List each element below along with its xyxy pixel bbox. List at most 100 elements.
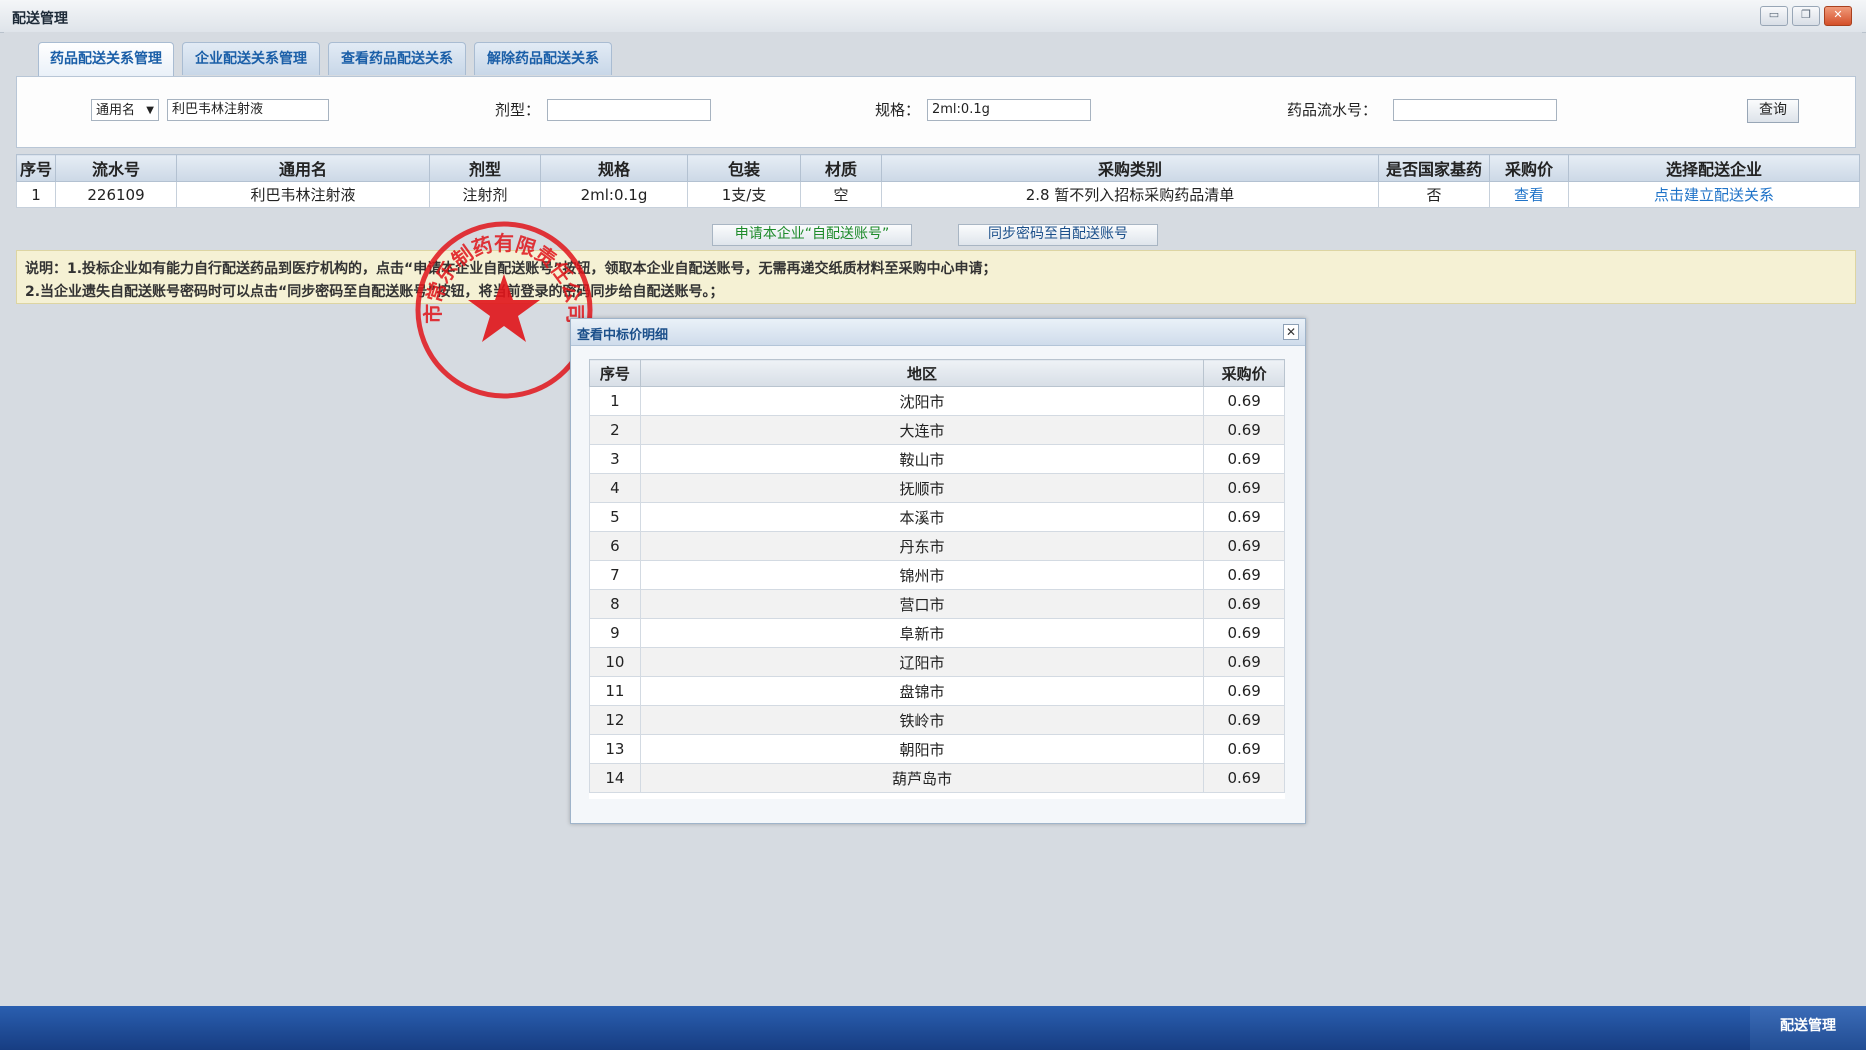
dosage-input[interactable]	[547, 99, 711, 121]
cell-region: 鞍山市	[639, 444, 1205, 474]
cell-enterprise: 点击建立配送关系	[1568, 181, 1860, 208]
cell-index: 1	[16, 181, 56, 208]
table-row: 10 辽阳市 0.69	[589, 647, 1285, 677]
notice-panel: 说明：1.投标企业如有能力自行配送药品到医疗机构的，点击“申请本企业自配送账号”…	[16, 250, 1856, 304]
column-header: 通用名	[176, 154, 430, 182]
dialog-close-icon[interactable]: ✕	[1283, 324, 1299, 340]
query-button[interactable]: 查询	[1747, 99, 1799, 123]
table-row: 7 锦州市 0.69	[589, 560, 1285, 590]
table-row: 6 丹东市 0.69	[589, 531, 1285, 561]
cell-material: 空	[800, 181, 882, 208]
cell-price: 0.69	[1203, 444, 1285, 474]
cell-region: 阜新市	[639, 618, 1205, 648]
cell-region: 辽阳市	[639, 647, 1205, 677]
cell-price: 0.69	[1203, 734, 1285, 764]
table-row: 9 阜新市 0.69	[589, 618, 1285, 648]
cell-category: 2.8 暂不列入招标采购药品清单	[881, 181, 1379, 208]
window-titlebar: 配送管理 ▭ ❐ ✕	[0, 0, 1866, 33]
table-row: 3 鞍山市 0.69	[589, 444, 1285, 474]
tab-enterprise-delivery-management[interactable]: 企业配送关系管理	[182, 42, 320, 75]
cell-price: 0.69	[1203, 473, 1285, 503]
tab-view-drug-delivery[interactable]: 查看药品配送关系	[328, 42, 466, 75]
cell-region: 本溪市	[639, 502, 1205, 532]
cell-region: 沈阳市	[639, 386, 1205, 416]
cell-dosage: 注射剂	[429, 181, 541, 208]
column-header: 序号	[16, 154, 56, 182]
name-type-select[interactable]: 通用名 ▼	[91, 99, 159, 121]
column-header: 选择配送企业	[1568, 154, 1860, 182]
maximize-icon[interactable]: ❐	[1792, 6, 1820, 26]
cell-price: 0.69	[1203, 676, 1285, 706]
minimize-icon[interactable]: ▭	[1760, 6, 1788, 26]
cell-region: 锦州市	[639, 560, 1205, 590]
tab-cancel-drug-delivery[interactable]: 解除药品配送关系	[474, 42, 612, 75]
table-row: 14 葫芦岛市 0.69	[589, 763, 1285, 793]
cell-region: 朝阳市	[639, 734, 1205, 764]
cell-index: 6	[589, 531, 641, 561]
taskbar: 配送管理	[0, 1006, 1866, 1050]
tab-drug-delivery-management[interactable]: 药品配送关系管理	[38, 42, 174, 77]
cell-price: 0.69	[1203, 763, 1285, 793]
column-header: 包装	[687, 154, 801, 182]
dialog-title: 查看中标价明细	[577, 328, 669, 343]
sync-password-button[interactable]: 同步密码至自配送账号	[958, 224, 1158, 246]
cell-serial: 226109	[55, 181, 177, 208]
cell-price: 0.69	[1203, 386, 1285, 416]
cell-price: 0.69	[1203, 647, 1285, 677]
taskbar-item-delivery-management[interactable]: 配送管理	[1750, 1006, 1866, 1050]
cell-region: 大连市	[639, 415, 1205, 445]
cell-region: 铁岭市	[639, 705, 1205, 735]
column-header: 地区	[639, 359, 1205, 387]
table-row: 8 营口市 0.69	[589, 589, 1285, 619]
cell-index: 3	[589, 444, 641, 474]
cell-index: 4	[589, 473, 641, 503]
cell-price: 0.69	[1203, 705, 1285, 735]
table-row: 5 本溪市 0.69	[589, 502, 1285, 532]
spec-label: 规格：	[875, 101, 921, 119]
drug-table: 序号 流水号 通用名 剂型 规格 包装 材质 采购类别 是否国家基药 采购价 选…	[16, 154, 1860, 208]
cell-index: 11	[589, 676, 641, 706]
cell-index: 9	[589, 618, 641, 648]
table-row: 2 大连市 0.69	[589, 415, 1285, 445]
cell-region: 盘锦市	[639, 676, 1205, 706]
column-header: 采购价	[1489, 154, 1569, 182]
column-header: 采购价	[1203, 359, 1285, 387]
dialog-body: 序号 地区 采购价 1 沈阳市 0.69 2 大连市 0.69 3 鞍山市 0.69 4 抚顺市 0.…	[589, 359, 1285, 799]
serial-label: 药品流水号：	[1287, 101, 1378, 119]
view-price-link[interactable]: 查看	[1514, 186, 1544, 204]
search-panel: 通用名 ▼ 利巴韦林注射液 剂型： 规格： 2ml:0.1g 药品流水号： 查询	[16, 76, 1856, 148]
cell-basic-drug: 否	[1378, 181, 1490, 208]
close-icon[interactable]: ✕	[1824, 6, 1852, 26]
cell-price: 0.69	[1203, 589, 1285, 619]
cell-region: 抚顺市	[639, 473, 1205, 503]
cell-index: 7	[589, 560, 641, 590]
cell-index: 14	[589, 763, 641, 793]
detail-header-row: 序号 地区 采购价	[589, 359, 1285, 387]
drug-name-input[interactable]: 利巴韦林注射液	[167, 99, 329, 121]
table-header-row: 序号 流水号 通用名 剂型 规格 包装 材质 采购类别 是否国家基药 采购价 选…	[16, 154, 1860, 182]
cell-region: 丹东市	[639, 531, 1205, 561]
spec-input[interactable]: 2ml:0.1g	[927, 99, 1091, 121]
serial-input[interactable]	[1393, 99, 1557, 121]
table-row: 4 抚顺市 0.69	[589, 473, 1285, 503]
cell-price: 0.69	[1203, 560, 1285, 590]
column-header: 剂型	[429, 154, 541, 182]
cell-price: 0.69	[1203, 531, 1285, 561]
column-header: 采购类别	[881, 154, 1379, 182]
notice-line-2: 2.当企业遗失自配送账号密码时可以点击“同步密码至自配送账号”按钮，将当前登录的…	[25, 284, 724, 300]
price-detail-dialog: 查看中标价明细 ✕ 序号 地区 采购价 1 沈阳市 0.69 2 大连市 0.69 3 鞍山市…	[570, 318, 1306, 824]
build-delivery-link[interactable]: 点击建立配送关系	[1654, 186, 1774, 204]
apply-self-delivery-button[interactable]: 申请本企业“自配送账号”	[712, 224, 912, 246]
window-title: 配送管理	[12, 11, 68, 27]
column-header: 是否国家基药	[1378, 154, 1490, 182]
cell-index: 13	[589, 734, 641, 764]
cell-price: 0.69	[1203, 502, 1285, 532]
column-header: 流水号	[55, 154, 177, 182]
cell-name: 利巴韦林注射液	[176, 181, 430, 208]
chevron-down-icon: ▼	[146, 105, 154, 116]
cell-region: 葫芦岛市	[639, 763, 1205, 793]
column-header: 序号	[589, 359, 641, 387]
table-row: 1 沈阳市 0.69	[589, 386, 1285, 416]
cell-index: 10	[589, 647, 641, 677]
cell-index: 1	[589, 386, 641, 416]
